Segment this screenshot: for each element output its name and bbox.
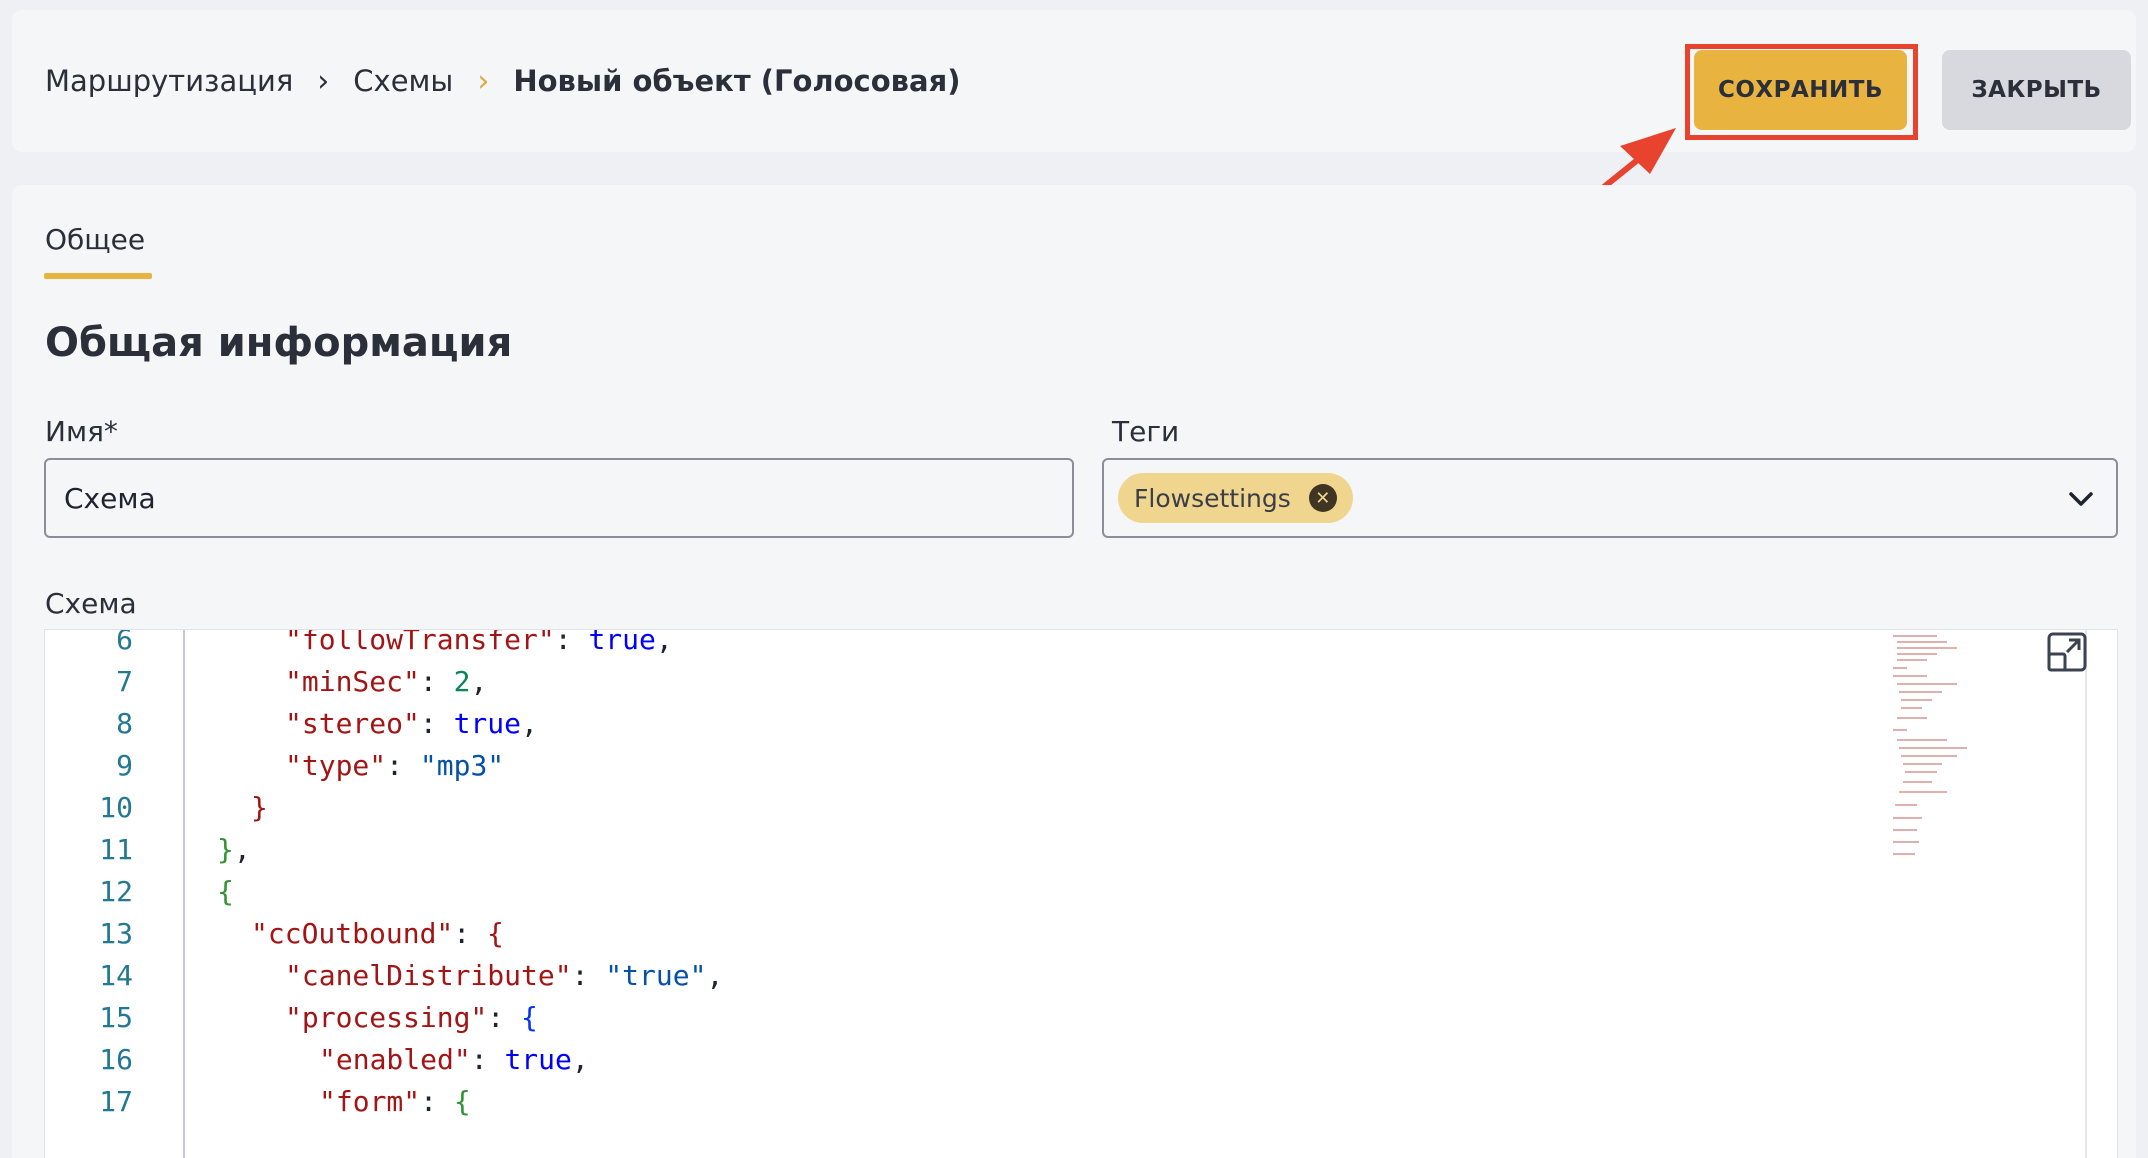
code-line[interactable]: 15 "processing": { [45, 997, 723, 1039]
code-token: , [233, 833, 251, 866]
code-text: "stereo": true, [217, 703, 538, 745]
code-text: }, [217, 829, 251, 871]
code-text: { [217, 871, 234, 913]
code-line[interactable]: 10} [45, 787, 723, 829]
line-number: 11 [99, 833, 133, 866]
code-token: "followTransfer" [285, 629, 555, 656]
code-token: "mp3" [419, 749, 505, 782]
code-line[interactable]: 6 "followTransfer": true, [45, 629, 723, 661]
code-token: } [217, 833, 234, 866]
editor-scrollbar[interactable] [2085, 630, 2087, 1158]
code-token: { [217, 875, 234, 908]
line-number: 12 [99, 875, 133, 908]
code-line[interactable]: 7 "minSec": 2, [45, 661, 723, 703]
line-number: 15 [99, 1001, 133, 1034]
line-number: 13 [99, 917, 133, 950]
code-token: : [420, 1085, 454, 1118]
code-editor[interactable]: 6 "followTransfer": true, 7 "minSec": 2, 8 "s… [44, 629, 2118, 1158]
schema-label: Схема [45, 587, 137, 620]
chevron-down-icon[interactable] [2066, 484, 2096, 514]
name-input[interactable] [44, 458, 1074, 538]
breadcrumb-separator: › [477, 63, 490, 99]
code-line[interactable]: 16 "enabled": true, [45, 1039, 723, 1081]
expand-icon[interactable] [2045, 630, 2089, 674]
code-text: "processing": { [217, 997, 538, 1039]
code-token: : [419, 707, 454, 740]
tab-general[interactable]: Общее [45, 223, 145, 274]
breadcrumb: Маршрутизация › Схемы › Новый объект (Го… [45, 10, 960, 152]
code-line[interactable]: 13 "ccOutbound": { [45, 913, 723, 955]
code-text: "type": "mp3" [217, 745, 504, 787]
tag-chip: Flowsettings ✕ [1118, 473, 1353, 523]
code-token: , [706, 959, 724, 992]
code-text: "ccOutbound": { [217, 913, 504, 955]
code-token: : [453, 917, 488, 950]
close-button[interactable]: ЗАКРЫТЬ [1942, 50, 2131, 130]
code-token: "canelDistribute" [285, 959, 572, 992]
code-token: "true" [605, 959, 707, 992]
section-title: Общая информация [45, 320, 513, 366]
code-token: true [588, 629, 656, 656]
code-text: "enabled": true, [217, 1039, 589, 1081]
code-token: { [453, 1085, 471, 1118]
code-line[interactable]: 12 { [45, 871, 723, 913]
code-token: , [470, 665, 488, 698]
code-content[interactable]: 6 "followTransfer": true, 7 "minSec": 2, 8 "s… [45, 629, 723, 1123]
editor-minimap[interactable] [1887, 630, 2007, 860]
breadcrumb-item-schemes[interactable]: Схемы [353, 64, 453, 98]
page-header: Маршрутизация › Схемы › Новый объект (Го… [12, 10, 2136, 152]
line-number: 16 [99, 1043, 133, 1076]
close-icon[interactable]: ✕ [1308, 484, 1337, 512]
name-label: Имя* [45, 415, 118, 448]
code-token: true [504, 1043, 572, 1076]
code-token: } [251, 791, 268, 824]
code-token: "processing" [285, 1001, 488, 1034]
code-token: : [419, 665, 454, 698]
code-line[interactable]: 17 "form": { [45, 1081, 723, 1123]
breadcrumb-separator: › [317, 63, 330, 99]
line-number: 14 [99, 959, 133, 992]
code-text: "minSec": 2, [217, 661, 487, 703]
main-panel: Общее Общая информация Имя* Теги Flowset… [12, 185, 2136, 1158]
code-token: { [487, 917, 504, 950]
code-token: : [554, 629, 589, 656]
code-token: : [470, 1043, 505, 1076]
code-token: "stereo" [285, 707, 420, 740]
code-token: , [521, 707, 538, 740]
code-token: , [571, 1043, 589, 1076]
tab-active-indicator [44, 273, 152, 279]
code-line[interactable]: 14 "canelDistribute": "true", [45, 955, 723, 997]
line-number: 10 [99, 791, 133, 824]
code-token: : [386, 749, 420, 782]
code-text: "followTransfer": true, [217, 629, 673, 661]
code-token: "type" [285, 749, 387, 782]
code-token: "enabled" [319, 1043, 471, 1076]
line-number: 6 [116, 629, 133, 656]
code-token: "minSec" [285, 665, 420, 698]
line-number: 17 [99, 1085, 133, 1118]
code-token: : [487, 1001, 522, 1034]
breadcrumb-current: Новый объект (Голосовая) [513, 64, 961, 98]
code-token: { [521, 1001, 538, 1034]
line-number: 8 [116, 707, 133, 740]
code-token: true [453, 707, 522, 740]
code-text: "form": { [217, 1081, 471, 1123]
save-button[interactable]: СОХРАНИТЬ [1694, 50, 1907, 130]
code-line[interactable]: 8 "stereo": true, [45, 703, 723, 745]
tags-label: Теги [1112, 415, 1180, 448]
code-text: "canelDistribute": "true", [217, 955, 723, 997]
code-line[interactable]: 11}, [45, 829, 723, 871]
code-token: 2 [453, 665, 471, 698]
code-token: , [655, 629, 673, 656]
code-line[interactable]: 9 "type": "mp3" [45, 745, 723, 787]
breadcrumb-item-routing[interactable]: Маршрутизация [45, 64, 293, 98]
line-number: 7 [116, 665, 133, 698]
code-token: : [571, 959, 606, 992]
tag-chip-label: Flowsettings [1134, 483, 1291, 513]
line-number: 9 [116, 749, 133, 782]
code-token: "form" [319, 1085, 421, 1118]
tags-select[interactable]: Flowsettings ✕ [1102, 458, 2118, 538]
code-text: } [217, 787, 268, 829]
code-token: "ccOutbound" [251, 917, 454, 950]
